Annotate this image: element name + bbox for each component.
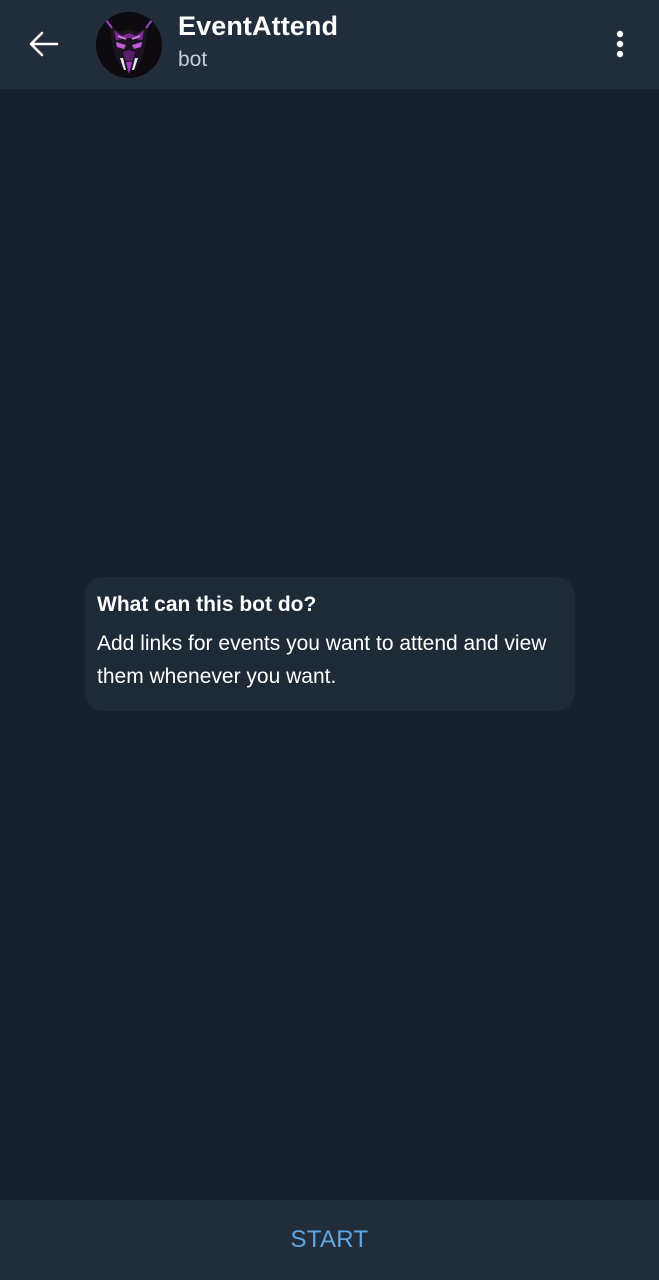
bottom-bar: START <box>0 1200 659 1280</box>
back-button[interactable] <box>18 22 70 66</box>
bot-info-description: Add links for events you want to attend … <box>97 632 547 688</box>
start-button[interactable]: START <box>261 1216 399 1264</box>
chat-screen: EventAttend bot What can this bot do? Ad… <box>0 0 659 1280</box>
bot-avatar-icon <box>96 12 162 78</box>
chat-subtitle: bot <box>178 48 208 71</box>
avatar[interactable] <box>96 12 162 78</box>
bot-info-card: What can this bot do? Add links for even… <box>85 577 575 711</box>
chat-title[interactable]: EventAttend <box>178 11 338 42</box>
chat-header: EventAttend bot <box>0 0 659 89</box>
more-vertical-icon <box>616 30 624 58</box>
bot-info-title: What can this bot do? <box>97 593 317 616</box>
arrow-left-icon <box>29 31 59 57</box>
more-options-button[interactable] <box>598 22 642 66</box>
